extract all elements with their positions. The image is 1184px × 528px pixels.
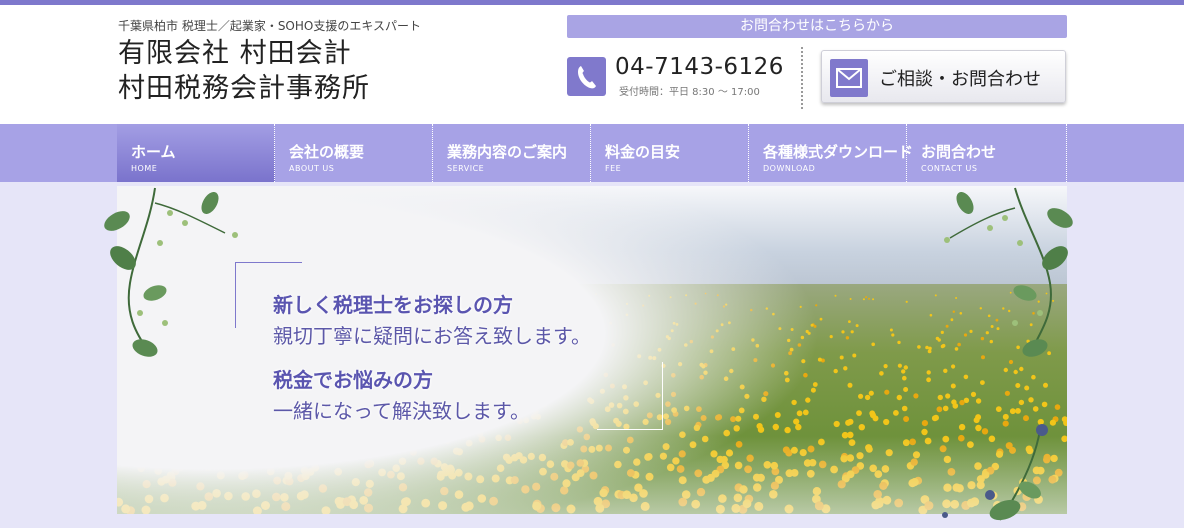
company-name-line1: 有限会社 村田会計 [118,38,352,69]
nav-label: 業務内容のご案内 [447,143,568,161]
phone-block: 04-7143-6126 受付時間：平日 8:30 ～ 17:00 [567,54,792,100]
phone-hours: 受付時間：平日 8:30 ～ 17:00 [619,87,760,98]
nav-label: 料金の目安 [605,143,681,161]
thistle-decoration [942,424,1048,521]
nav-item-fee[interactable]: 料金の目安 FEE [591,124,749,182]
nav-sublabel: HOME [131,164,158,173]
nav-sublabel: FEE [605,164,622,173]
flower-field-image [117,186,1067,514]
nav-sublabel: SERVICE [447,164,485,173]
vine-decoration-right [944,187,1073,357]
hero-line2-body: 一緒になって解決致します。 [273,399,530,423]
header-divider [801,47,803,109]
phone-icon [567,57,606,96]
vine-decoration-left [104,187,238,357]
nav-label: お問合わせ [921,143,997,161]
hero-line1-heading: 新しく税理士をお探しの方 [273,293,513,317]
nav-label: ホーム [131,143,176,161]
nav-item-home[interactable]: ホーム HOME [117,124,275,182]
hero-banner: 新しく税理士をお探しの方 親切丁寧に疑問にお答え致します。 税金でお悩みの方 一… [117,186,1067,514]
contact-banner: お問合わせはこちらから [567,15,1067,38]
company-name-line2: 村田税務会計事務所 [118,73,370,104]
contact-button-label: ご相談・お問合わせ [879,69,1041,90]
company-name[interactable]: 有限会社 村田会計 村田税務会計事務所 [118,36,370,106]
nav-item-service[interactable]: 業務内容のご案内 SERVICE [433,124,591,182]
nav-sublabel: DOWNLOAD [763,164,816,173]
hero-line1-body: 親切丁寧に疑問にお答え致します。 [273,324,591,348]
hero-accent-line [597,362,663,430]
nav-item-contact[interactable]: お問合わせ CONTACT US [907,124,1067,182]
nav-sublabel: CONTACT US [921,164,978,173]
main-nav: ホーム HOME 会社の概要 ABOUT US 業務内容のご案内 SERVICE… [0,124,1184,182]
nav-item-about[interactable]: 会社の概要 ABOUT US [275,124,433,182]
hero-line2-heading: 税金でお悩みの方 [273,368,433,392]
site-tagline: 千葉県柏市 税理士／起業家・SOHO支援のエキスパート [118,19,421,33]
nav-item-download[interactable]: 各種様式ダウンロード DOWNLOAD [749,124,913,182]
nav-label: 各種様式ダウンロード [763,143,914,161]
nav-sublabel: ABOUT US [289,164,335,173]
nav-label: 会社の概要 [289,143,365,161]
contact-button[interactable]: ご相談・お問合わせ [821,50,1066,103]
mail-icon [830,59,868,97]
phone-number[interactable]: 04-7143-6126 [615,54,784,80]
top-accent-bar [0,0,1184,5]
